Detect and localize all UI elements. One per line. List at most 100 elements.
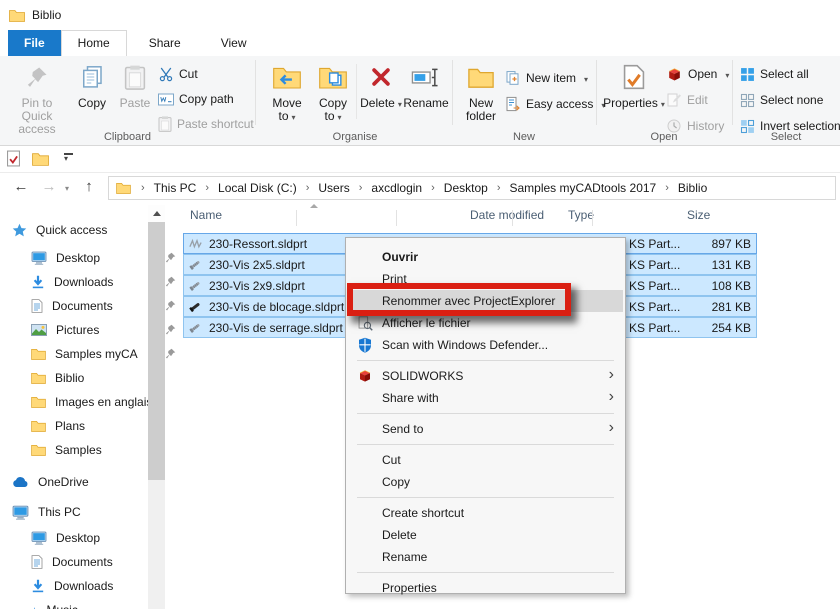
menu-item-properties[interactable]: Properties: [348, 577, 623, 599]
pin-to-quick-access-button[interactable]: Pin to Quick access: [6, 59, 68, 141]
column-header-date-modified[interactable]: Date modified: [470, 208, 544, 222]
sidebar-item-label: Plans: [55, 419, 85, 433]
menu-item-create-shortcut[interactable]: Create shortcut: [348, 502, 623, 524]
screw-part-icon: [188, 257, 203, 272]
menu-item-share-with[interactable]: Share with: [348, 387, 623, 409]
menu-item-cut[interactable]: Cut: [348, 449, 623, 471]
tab-share[interactable]: Share: [133, 30, 197, 56]
pin-icon: [165, 252, 176, 263]
breadcrumb-segment[interactable]: Samples myCADtools 2017: [506, 181, 659, 195]
rename-button[interactable]: Rename: [403, 59, 449, 141]
copy-to-button[interactable]: Copy to: [312, 59, 354, 141]
move-to-button[interactable]: Move to: [264, 59, 310, 141]
edit-button[interactable]: Edit: [666, 88, 708, 112]
copy-path-button[interactable]: Copy path: [158, 87, 234, 111]
sidebar-item-this-pc[interactable]: This PC: [0, 500, 160, 524]
cut-button[interactable]: Cut: [158, 62, 198, 86]
defender-shield-icon: [355, 337, 375, 353]
column-divider[interactable]: [512, 210, 513, 226]
group-separator: [732, 60, 733, 125]
customize-quick-access-icon[interactable]: [64, 153, 73, 164]
file-view-icon: [355, 316, 375, 331]
breadcrumb-segment[interactable]: Biblio: [675, 181, 710, 195]
sidebar-item-label: Downloads: [54, 579, 113, 593]
open-label: Open: [688, 67, 717, 81]
scrollbar-thumb[interactable]: [148, 222, 165, 480]
breadcrumb-segment[interactable]: This PC: [151, 181, 200, 195]
submenu-chevron-icon: [609, 419, 614, 437]
menu-item-rename[interactable]: Rename: [348, 546, 623, 568]
paste-icon: [124, 59, 146, 95]
sidebar-scrollbar[interactable]: [148, 205, 165, 609]
menu-item-label: Cut: [382, 453, 401, 467]
edit-label: Edit: [687, 93, 708, 107]
menu-separator: [357, 497, 614, 498]
sidebar-item-quick-access[interactable]: Quick access: [0, 218, 160, 242]
tab-home[interactable]: Home: [61, 30, 127, 57]
breadcrumb-segment[interactable]: Desktop: [441, 181, 491, 195]
breadcrumb-segment[interactable]: axcdlogin: [368, 181, 425, 195]
back-button[interactable]: [10, 176, 32, 198]
new-folder-icon[interactable]: [32, 152, 49, 166]
breadcrumb-separator-icon: [135, 182, 151, 194]
menu-item-label: Copy: [382, 475, 410, 489]
up-button[interactable]: [78, 176, 100, 198]
tab-file[interactable]: File: [8, 30, 61, 56]
sidebar-item-onedrive[interactable]: OneDrive: [0, 470, 160, 494]
new-folder-icon: [468, 59, 494, 95]
breadcrumb-segment[interactable]: Users: [315, 181, 352, 195]
column-header-name[interactable]: Name: [190, 208, 222, 222]
delete-button[interactable]: Delete: [360, 59, 402, 141]
select-none-button[interactable]: Select none: [740, 88, 823, 112]
column-divider[interactable]: [396, 210, 397, 226]
mini-separator: [356, 64, 357, 119]
properties-icon: [623, 59, 645, 95]
scrollbar-up-arrow-icon[interactable]: [148, 205, 165, 222]
file-size: 108 KB: [671, 279, 751, 293]
new-item-button[interactable]: New item: [505, 66, 588, 90]
column-divider[interactable]: [296, 210, 297, 226]
title-bar: Biblio: [0, 0, 840, 30]
breadcrumb-separator-icon: [491, 182, 507, 194]
copy-button[interactable]: Copy: [72, 59, 112, 141]
column-header-size[interactable]: Size: [687, 208, 710, 222]
rename-icon: [411, 59, 441, 95]
menu-item-ouvrir[interactable]: Ouvrir: [348, 246, 623, 268]
menu-item-label: Afficher le fichier: [382, 316, 470, 330]
column-header-type[interactable]: Type: [568, 208, 594, 222]
open-button[interactable]: Open: [666, 62, 729, 86]
paste-button[interactable]: Paste: [114, 59, 156, 141]
easy-access-button[interactable]: Easy access: [505, 92, 605, 116]
delete-label: Delete: [360, 96, 395, 110]
sidebar-item-label: This PC: [38, 505, 81, 519]
file-size: 131 KB: [671, 258, 751, 272]
menu-item-scan-with-windows-defender[interactable]: Scan with Windows Defender...: [348, 334, 623, 356]
forward-button[interactable]: [38, 176, 60, 198]
menu-item-send-to[interactable]: Send to: [348, 418, 623, 440]
breadcrumb-separator-icon: [353, 182, 369, 194]
menu-item-delete[interactable]: Delete: [348, 524, 623, 546]
sidebar-item-label: OneDrive: [38, 475, 89, 489]
column-divider[interactable]: [592, 210, 593, 226]
menu-item-copy[interactable]: Copy: [348, 471, 623, 493]
folder-icon: [31, 372, 46, 384]
select-none-icon: [740, 93, 755, 108]
dropdown-caret-icon: [289, 109, 296, 123]
solidworks-icon: [666, 66, 683, 83]
properties-button[interactable]: Properties: [606, 59, 662, 141]
breadcrumb[interactable]: This PC Local Disk (C:) Users axcdlogin …: [108, 176, 836, 200]
submenu-chevron-icon: [609, 388, 614, 406]
copy-to-icon: [319, 59, 347, 95]
new-folder-button[interactable]: New folder: [458, 59, 504, 141]
copy-label: Copy: [78, 97, 106, 110]
folder-icon: [31, 348, 46, 360]
ribbon: Pin to Quick access Copy Paste Cut Copy …: [0, 56, 840, 146]
dropdown-caret-icon: [722, 67, 729, 81]
tab-view[interactable]: View: [205, 30, 263, 56]
recent-locations-icon[interactable]: [60, 176, 74, 198]
properties-check-icon[interactable]: [6, 150, 21, 167]
menu-item-solidworks[interactable]: SOLIDWORKS: [348, 365, 623, 387]
select-all-button[interactable]: Select all: [740, 62, 809, 86]
new-item-label: New item: [526, 71, 576, 85]
breadcrumb-segment[interactable]: Local Disk (C:): [215, 181, 300, 195]
